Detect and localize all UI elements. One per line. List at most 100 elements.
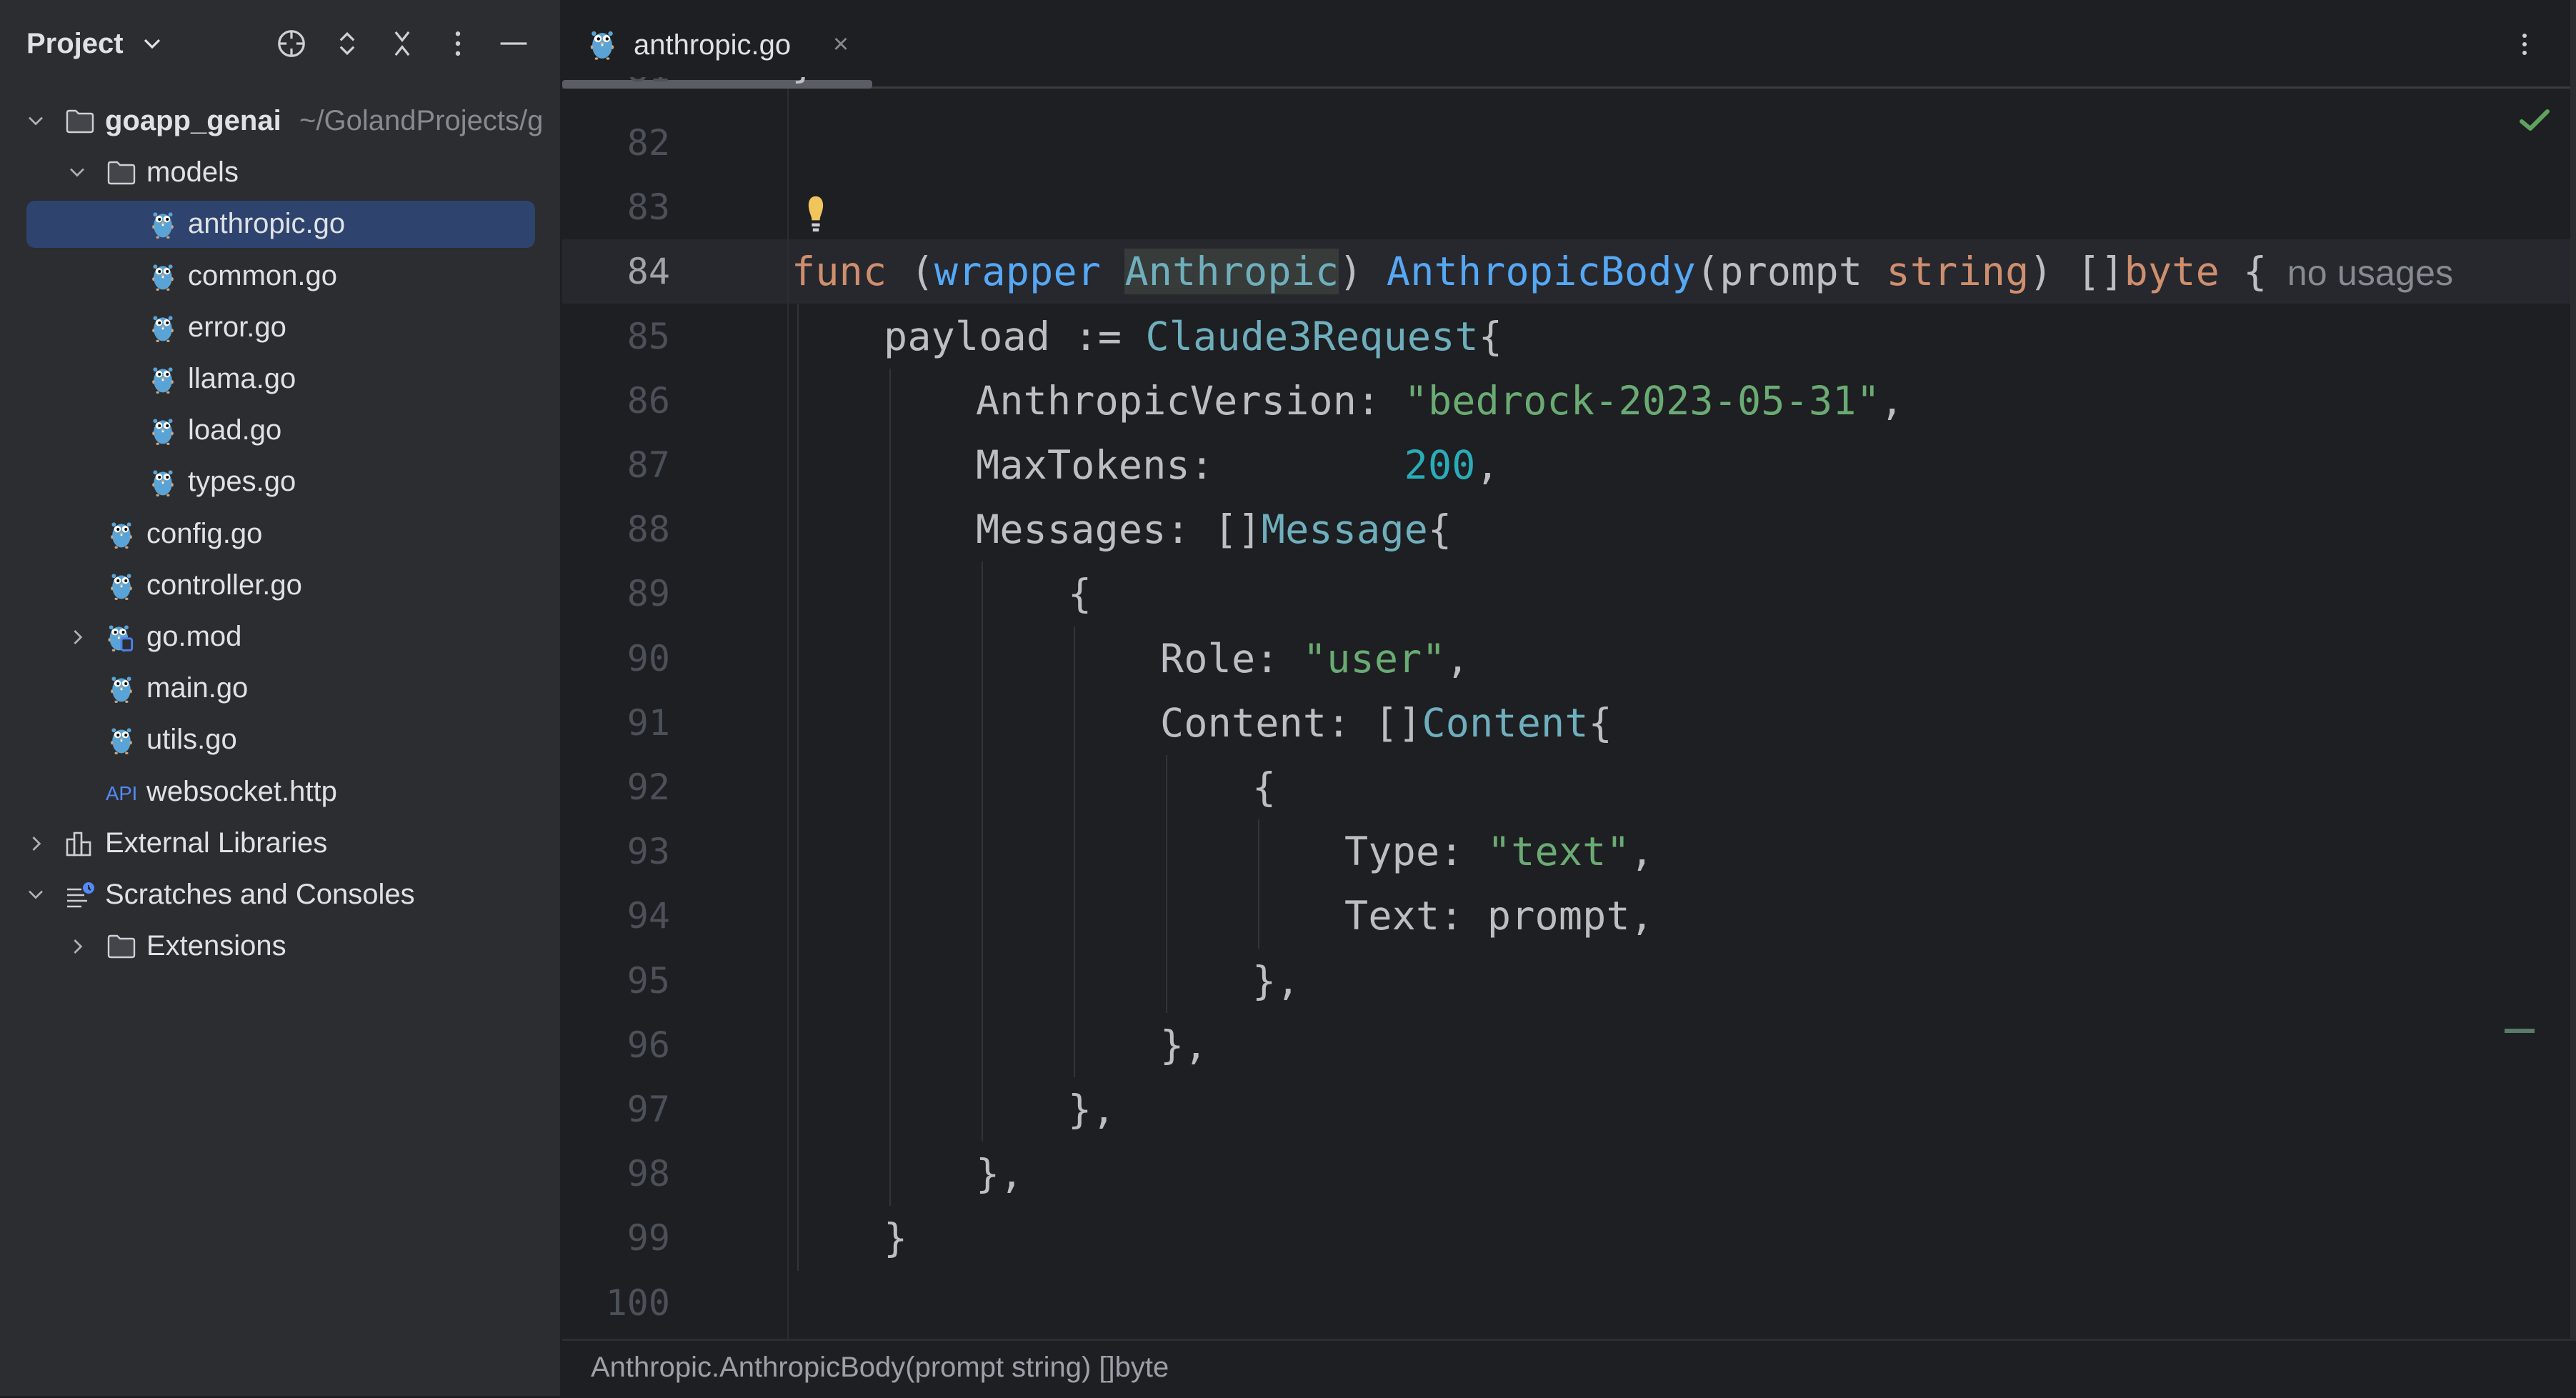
line-number[interactable]: 99 xyxy=(562,1217,670,1259)
tree-item[interactable]: Scratches and Consoles xyxy=(0,869,560,921)
code-line[interactable]: 84 func (wrapper Anthropic) AnthropicBody… xyxy=(562,239,2576,304)
code-line[interactable]: 90 Role: "user", xyxy=(562,626,2576,691)
no-problems-check-icon[interactable] xyxy=(2519,107,2550,133)
code-line[interactable]: 99} xyxy=(562,1206,2576,1270)
tree-item[interactable]: main.go xyxy=(0,663,560,714)
code-line[interactable]: 87 MaxTokens: 200, xyxy=(562,433,2576,497)
more-options-icon[interactable] xyxy=(441,27,474,60)
tree-item-label: config.go xyxy=(146,517,263,549)
editor-tab-anthropic-go[interactable]: anthropic.go × xyxy=(562,0,872,89)
line-number[interactable]: 100 xyxy=(562,1282,670,1324)
tree-item[interactable]: types.go xyxy=(0,456,560,508)
code-line[interactable]: 100 xyxy=(562,1271,2576,1335)
tree-item-label: load.go xyxy=(188,414,282,446)
expand-all-icon[interactable] xyxy=(331,27,364,60)
chevron-right-icon[interactable] xyxy=(64,624,90,650)
code-line[interactable]: 93 Type: "text", xyxy=(562,819,2576,884)
line-number[interactable]: 87 xyxy=(562,444,670,486)
indent-guide xyxy=(1258,819,1259,949)
tree-item[interactable]: config.go xyxy=(0,509,560,560)
line-number[interactable]: 84 xyxy=(562,251,670,292)
tree-item[interactable]: error.go xyxy=(0,302,560,354)
code-token: byte xyxy=(2124,249,2220,295)
tree-item[interactable]: controller.go xyxy=(0,560,560,611)
code-token: ( xyxy=(887,249,934,295)
inlay-hint-usages[interactable]: no usages xyxy=(2267,253,2454,293)
chevron-right-icon[interactable] xyxy=(23,831,49,857)
chevron-down-icon[interactable] xyxy=(23,882,49,908)
code-line[interactable]: 91 Content: []Content{ xyxy=(562,691,2576,755)
line-number[interactable]: 89 xyxy=(562,573,670,614)
code-token: }, xyxy=(1252,957,1300,1004)
tree-item[interactable]: API websocket.http xyxy=(0,767,560,818)
tree-item[interactable]: External Libraries xyxy=(0,818,560,869)
tree-item[interactable]: utils.go xyxy=(0,714,560,766)
code-line[interactable]: 92 { xyxy=(562,755,2576,819)
chevron-down-icon[interactable] xyxy=(23,109,49,134)
tree-item[interactable]: llama.go xyxy=(0,354,560,405)
go-file-icon xyxy=(152,367,174,394)
tree-item[interactable]: go.mod xyxy=(0,611,560,663)
editor-tab-bar: anthropic.go × xyxy=(562,0,2576,89)
line-number[interactable]: 85 xyxy=(562,316,670,357)
line-number[interactable]: 97 xyxy=(562,1089,670,1130)
code-line[interactable]: 94 Text: prompt, xyxy=(562,884,2576,948)
line-number[interactable]: 94 xyxy=(562,895,670,937)
code-line[interactable]: 83 xyxy=(562,175,2576,239)
code-line[interactable]: 95}, xyxy=(562,949,2576,1013)
line-number[interactable]: 90 xyxy=(562,638,670,679)
indent-guide xyxy=(1074,626,1075,1077)
vertical-scrollbar[interactable] xyxy=(2570,0,2576,1396)
tree-item[interactable]: goapp_genai ~/GolandProjects/g xyxy=(0,96,560,147)
line-number[interactable]: 93 xyxy=(562,831,670,872)
code-line[interactable]: 98}, xyxy=(562,1142,2576,1206)
tree-item-label: main.go xyxy=(146,672,249,704)
tree-item[interactable]: Extensions xyxy=(0,921,560,972)
locate-icon[interactable] xyxy=(275,27,308,60)
hide-icon[interactable] xyxy=(497,27,530,60)
code-token: AnthropicBody xyxy=(1386,249,1696,295)
code-text: MaxTokens: 200, xyxy=(976,441,1499,489)
code-text: }, xyxy=(1252,957,1300,1004)
code-line[interactable]: 88 Messages: []Message{ xyxy=(562,497,2576,561)
chevron-down-icon[interactable] xyxy=(138,29,166,57)
code-token: Type: xyxy=(1344,829,1487,875)
tree-item[interactable]: load.go xyxy=(0,405,560,456)
breadcrumb-signature[interactable]: Anthropic.AnthropicBody(prompt string) [… xyxy=(591,1349,1169,1385)
line-number[interactable]: 91 xyxy=(562,702,670,744)
code-token: "user" xyxy=(1302,635,1446,681)
code-line[interactable]: 86 AnthropicVersion: "bedrock-2023-05-31"… xyxy=(562,369,2576,433)
tree-item-label: Extensions xyxy=(146,930,286,962)
tree-item[interactable]: common.go xyxy=(0,251,560,302)
line-number[interactable]: 95 xyxy=(562,960,670,1002)
code-token: "text" xyxy=(1487,829,1630,875)
line-number[interactable]: 88 xyxy=(562,509,670,550)
go-file-icon xyxy=(111,574,132,600)
project-path-hint: ~/GolandProjects/g xyxy=(299,105,544,136)
line-number[interactable]: 98 xyxy=(562,1153,670,1194)
tree-item[interactable]: models xyxy=(0,147,560,199)
close-tab-icon[interactable]: × xyxy=(828,30,854,59)
chevron-down-icon[interactable] xyxy=(64,160,90,186)
code-line[interactable]: 82 xyxy=(562,111,2576,175)
tree-item[interactable]: anthropic.go xyxy=(0,199,560,250)
line-number[interactable]: 96 xyxy=(562,1024,670,1066)
collapse-all-icon[interactable] xyxy=(386,27,419,60)
code-token: ) [] xyxy=(2029,249,2125,295)
change-marker[interactable] xyxy=(2505,1029,2535,1033)
code-token: AnthropicVersion: xyxy=(976,377,1404,424)
go-file-icon xyxy=(111,676,132,704)
line-number[interactable]: 82 xyxy=(562,122,670,164)
line-number[interactable]: 83 xyxy=(562,186,670,228)
code-line[interactable]: 89 { xyxy=(562,561,2576,626)
line-number[interactable]: 92 xyxy=(562,767,670,808)
code-line[interactable]: 96}, xyxy=(562,1013,2576,1077)
code-token: Message xyxy=(1261,506,1428,553)
code-line[interactable]: 85 payload := Claude3Request{ xyxy=(562,304,2576,369)
code-line[interactable]: 97}, xyxy=(562,1077,2576,1142)
lightbulb-icon[interactable] xyxy=(804,194,828,234)
tab-options-icon[interactable] xyxy=(2517,30,2532,59)
project-view-title[interactable]: Project xyxy=(26,26,124,61)
chevron-right-icon[interactable] xyxy=(64,934,90,959)
line-number[interactable]: 86 xyxy=(562,380,670,421)
